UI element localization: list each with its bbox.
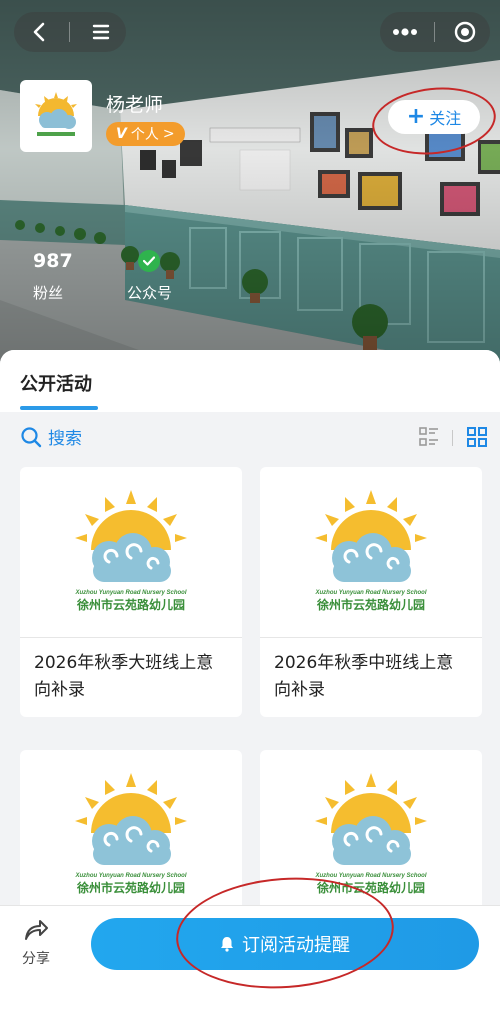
- search-bar: 搜索: [0, 412, 500, 464]
- more-dots-icon: [392, 28, 417, 36]
- share-button[interactable]: 分享: [14, 918, 58, 968]
- tab-bar: 公开活动: [0, 350, 500, 412]
- chevron-right-icon: >: [162, 126, 175, 142]
- logo-english-text: Xuzhou Yunyuan Road Nursery School: [314, 590, 426, 596]
- list-view-icon[interactable]: [418, 426, 440, 448]
- share-label: 分享: [22, 951, 50, 967]
- tab-underline: [20, 406, 98, 410]
- close-miniprogram-button[interactable]: [445, 14, 485, 50]
- search-label: 搜索: [48, 429, 82, 449]
- official-account-icon[interactable]: [138, 250, 160, 272]
- back-arrow-icon: [33, 22, 45, 42]
- avatar[interactable]: [20, 80, 92, 152]
- school-logo-icon: Xuzhou Yunyuan Road Nursery School 徐州市云苑…: [314, 490, 427, 612]
- bottom-bar: 分享 订阅活动提醒: [0, 870, 500, 1025]
- nav-left-group: [14, 12, 126, 52]
- personal-badge[interactable]: V 个人 >: [106, 122, 185, 146]
- verified-v-icon: V: [116, 126, 127, 142]
- school-logo-icon: [35, 92, 77, 136]
- school-logo-icon: Xuzhou Yunyuan Road Nursery School 徐州市云苑…: [74, 490, 187, 612]
- card-cover: Xuzhou Yunyuan Road Nursery School 徐州市云苑…: [260, 467, 482, 637]
- school-logo-icon: Xuzhou Yunyuan Road Nursery School 徐州市云苑…: [74, 773, 187, 895]
- logo-english-text: Xuzhou Yunyuan Road Nursery School: [74, 873, 186, 879]
- check-icon: [143, 256, 155, 266]
- logo-english-text: Xuzhou Yunyuan Road Nursery School: [74, 590, 186, 596]
- search-button[interactable]: 搜索: [20, 424, 82, 449]
- status-badge: 未开始: [186, 715, 228, 717]
- grid-view-icon[interactable]: [466, 426, 488, 448]
- teacher-name: 杨老师: [106, 94, 164, 116]
- activity-card[interactable]: Xuzhou Yunyuan Road Nursery School 徐州市云苑…: [260, 467, 482, 717]
- capsule-menu: [380, 12, 490, 52]
- back-button[interactable]: [19, 14, 59, 50]
- logo-chinese-text: 徐州市云苑路幼儿园: [316, 597, 425, 612]
- card-title: 2026年秋季大班线上意向补录: [34, 653, 214, 700]
- fans-label: 粉丝: [33, 284, 64, 302]
- card-cover: Xuzhou Yunyuan Road Nursery School 徐州市云苑…: [20, 750, 242, 920]
- more-button[interactable]: [385, 14, 425, 50]
- logo-english-text: Xuzhou Yunyuan Road Nursery School: [314, 873, 426, 879]
- menu-button[interactable]: [81, 14, 121, 50]
- activity-card[interactable]: Xuzhou Yunyuan Road Nursery School 徐州市云苑…: [20, 467, 242, 717]
- logo-chinese-text: 徐州市云苑路幼儿园: [76, 597, 185, 612]
- card-footer: 0/10000未开始: [260, 708, 482, 717]
- menu-icon: [92, 24, 110, 40]
- fans-count[interactable]: 987: [33, 250, 73, 272]
- badge-label: 个人: [130, 127, 159, 143]
- card-footer: 0/10000未开始: [20, 708, 242, 717]
- official-account-label: 公众号: [127, 284, 173, 302]
- status-badge: 未开始: [426, 715, 468, 717]
- target-circle-icon: [454, 21, 476, 43]
- logo-chinese-text: 徐州市云苑路幼儿园: [76, 880, 185, 895]
- card-cover: Xuzhou Yunyuan Road Nursery School 徐州市云苑…: [20, 467, 242, 637]
- search-icon: [21, 426, 42, 447]
- card-title: 2026年秋季中班线上意向补录: [274, 653, 454, 700]
- tab-public-activities[interactable]: 公开活动: [20, 370, 92, 396]
- share-arrow-icon: [25, 920, 48, 940]
- profile-header: 杨老师 V 个人 > + 关注 987 粉丝 公众号: [0, 0, 500, 372]
